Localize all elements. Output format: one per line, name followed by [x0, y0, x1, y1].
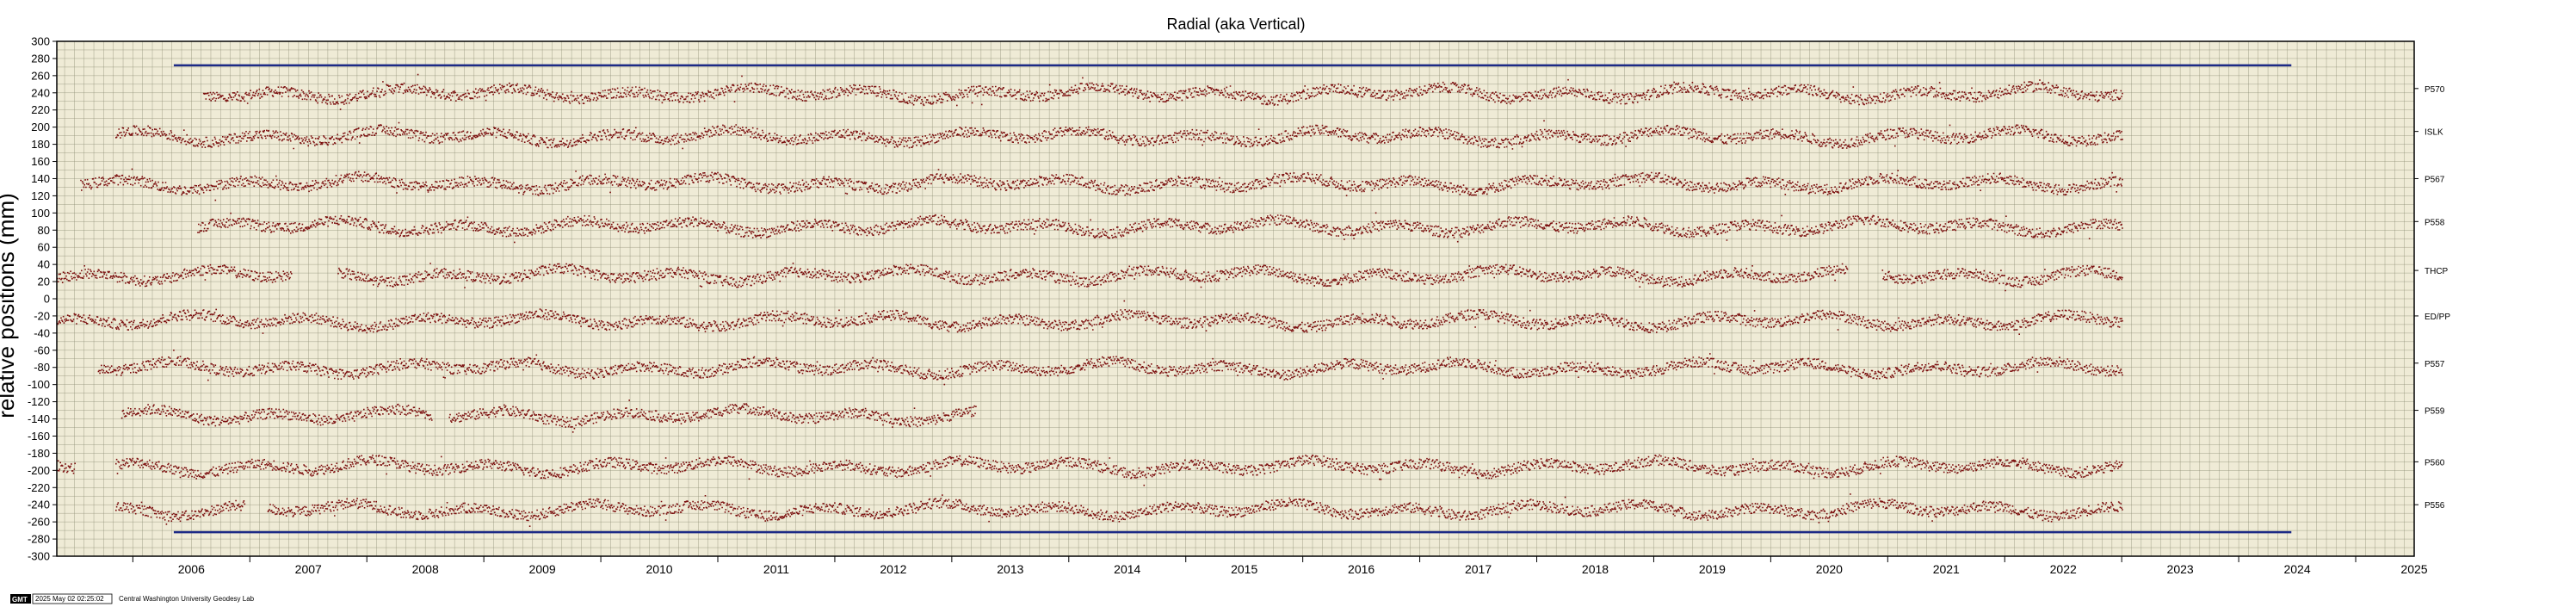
x-tick-label: 2010	[646, 562, 672, 576]
station-label: P570	[2425, 85, 2445, 95]
y-axis-label: relative positions (mm)	[0, 193, 19, 418]
x-tick-label: 2006	[178, 562, 205, 576]
y-tick-label: -100	[28, 378, 50, 391]
x-tick-label: 2011	[763, 562, 789, 576]
lab-name: Central Washington University Geodesy La…	[119, 595, 255, 603]
x-tick-label: 2009	[529, 562, 556, 576]
x-tick-label: 2016	[1348, 562, 1374, 576]
y-tick-label: -300	[28, 550, 50, 563]
x-tick-label: 2014	[1114, 562, 1140, 576]
y-tick-label: -140	[28, 412, 50, 425]
y-tick-label: 80	[38, 224, 50, 237]
station-label: P557	[2425, 360, 2445, 369]
y-tick-label: -220	[28, 481, 50, 494]
x-tick-label: 2017	[1465, 562, 1492, 576]
y-tick-label: 200	[31, 121, 50, 133]
y-tick-label: 40	[38, 258, 50, 271]
y-tick-label: 0	[44, 293, 50, 306]
y-tick-label: 180	[31, 138, 50, 151]
x-tick-label: 2025	[2400, 562, 2427, 576]
chart-svg: 3002802602402202001801601401201008060402…	[0, 15, 2450, 604]
station-label: ED/PP	[2425, 313, 2450, 322]
x-tick-label: 2012	[880, 562, 906, 576]
y-tick-label: 140	[31, 172, 50, 185]
y-tick-label: 100	[31, 207, 50, 220]
x-tick-label: 2020	[1816, 562, 1843, 576]
x-tick-label: 2024	[2283, 562, 2310, 576]
x-tick-label: 2015	[1231, 562, 1257, 576]
x-tick-label: 2022	[2050, 562, 2077, 576]
y-tick-label: 60	[38, 241, 50, 254]
y-tick-label: 160	[31, 155, 50, 168]
station-label: P559	[2425, 407, 2445, 417]
gmt-logo-text: GMT	[12, 596, 28, 604]
x-tick-label: 2018	[1582, 562, 1609, 576]
station-label: P567	[2425, 175, 2445, 184]
grid	[57, 40, 2415, 557]
y-tick-label: 20	[38, 276, 50, 288]
station-label: P556	[2425, 501, 2445, 511]
y-tick-label: -240	[28, 499, 50, 511]
x-tick-label: 2008	[412, 562, 439, 576]
x-tick-label: 2007	[295, 562, 322, 576]
station-label: P558	[2425, 218, 2445, 227]
plot-area: 3002802602402202001801601401201008060402…	[28, 35, 2450, 577]
y-tick-label: -20	[34, 309, 50, 322]
chart-root: 300 280 260 240 220 200 180 160 140 120 100 80 60 40 2…	[0, 0, 2576, 607]
y-tick-label: -200	[28, 464, 50, 477]
x-tick-label: 2023	[2167, 562, 2194, 576]
y-tick-label: -80	[34, 361, 50, 374]
y-tick-label: 240	[31, 86, 50, 99]
y-tick-label: 260	[31, 69, 50, 82]
timestamp: 2025 May 02 02:25:02	[35, 595, 104, 603]
station-label: ISLK	[2425, 128, 2443, 138]
chart-title: Radial (aka Vertical)	[1166, 15, 1305, 33]
y-tick-label: 120	[31, 189, 50, 202]
y-tick-label: -60	[34, 344, 50, 356]
footer: GMT 2025 May 02 02:25:02 Central Washing…	[10, 593, 255, 604]
x-tick-label: 2013	[997, 562, 1023, 576]
y-tick-label: -280	[28, 533, 50, 546]
y-tick-label: 220	[31, 103, 50, 116]
y-tick-label: -120	[28, 395, 50, 408]
station-label: P560	[2425, 458, 2445, 468]
y-tick-label: -160	[28, 430, 50, 443]
y-tick-label: 280	[31, 52, 50, 65]
y-tick-label: 300	[31, 35, 50, 48]
y-tick-label: -40	[34, 326, 50, 339]
station-label: THCP	[2425, 267, 2449, 276]
x-tick-label: 2019	[1699, 562, 1726, 576]
y-tick-label: -180	[28, 447, 50, 460]
y-tick-label: -260	[28, 516, 50, 529]
x-tick-label: 2021	[1933, 562, 1960, 576]
